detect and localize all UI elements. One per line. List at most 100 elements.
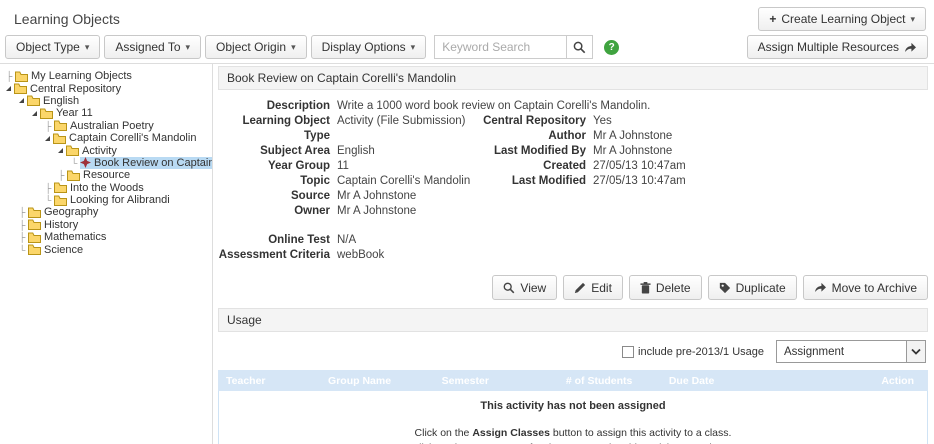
usage-type-selected-value: Assignment — [784, 346, 844, 358]
tree-connector: ├ — [19, 220, 27, 230]
usage-table-empty-state: This activity has not been assigned Clic… — [218, 391, 928, 444]
tree-item-label: English — [43, 95, 79, 107]
view-label: View — [520, 281, 546, 295]
tree-item-label: Activity — [82, 145, 117, 157]
folder-icon — [27, 95, 40, 106]
expand-triangle-icon[interactable] — [32, 111, 37, 116]
help-icon[interactable]: ? — [604, 40, 619, 55]
display-options-dropdown[interactable]: Display Options ▾ — [311, 35, 427, 59]
search-button[interactable] — [566, 35, 593, 59]
view-button[interactable]: View — [492, 275, 557, 300]
tree-connector: └ — [71, 158, 79, 168]
tree-connector: └ — [19, 245, 27, 255]
tree-item-label: Into the Woods — [70, 182, 144, 194]
tree-item-my-learning-objects[interactable]: ├ My Learning Objects — [4, 70, 212, 82]
object-type-dropdown[interactable]: Object Type ▾ — [5, 35, 100, 59]
top-bar: Learning Objects + Create Learning Objec… — [0, 0, 934, 36]
col-num-students: # of Students — [566, 375, 669, 387]
tree-item-year-11[interactable]: Year 11 — [4, 107, 212, 119]
folder-icon — [28, 232, 41, 243]
field-label: Description — [218, 99, 330, 114]
move-to-archive-button[interactable]: Move to Archive — [803, 275, 928, 300]
forward-arrow-icon — [904, 42, 917, 53]
expand-triangle-icon[interactable] — [58, 148, 63, 153]
folder-icon — [54, 120, 67, 131]
tree-item-resource[interactable]: ├ Resource — [4, 169, 212, 181]
selected-tree-item[interactable]: Book Review on Captain Corelli's Mandoli… — [80, 157, 212, 169]
tree-item-label: Science — [44, 244, 83, 256]
col-semester: Semester — [442, 375, 566, 387]
assign-multiple-resources-button[interactable]: Assign Multiple Resources — [747, 35, 928, 59]
folder-icon — [28, 207, 41, 218]
field-value: Write a 1000 word book review on Captain… — [337, 99, 650, 114]
folder-icon — [54, 182, 67, 193]
create-learning-object-button[interactable]: + Create Learning Object ▾ — [758, 7, 926, 31]
page-title: Learning Objects — [14, 11, 120, 27]
body: ├ My Learning Objects Central Repository… — [0, 64, 934, 444]
learning-objects-page: Learning Objects + Create Learning Objec… — [0, 0, 934, 444]
tree-item-central-repository[interactable]: Central Repository — [4, 82, 212, 94]
chevron-down-icon: ▾ — [186, 42, 191, 53]
tree-item-into-the-woods[interactable]: ├ Into the Woods — [4, 182, 212, 194]
tree-connector: ├ — [45, 121, 53, 131]
usage-type-select[interactable]: Assignment — [776, 340, 926, 363]
keyword-search-group — [434, 35, 593, 59]
edit-button[interactable]: Edit — [563, 275, 623, 300]
include-pre-2013-usage-label: include pre-2013/1 Usage — [638, 346, 764, 358]
object-fields: Description Write a 1000 word book review… — [218, 99, 928, 219]
tree-item-book-review-selected[interactable]: └ Book Review on Captain Corelli's Mando… — [4, 157, 212, 169]
usage-table: Teacher Group Name Semester # of Student… — [218, 370, 928, 444]
expand-triangle-icon[interactable] — [19, 98, 24, 103]
col-action: Action — [772, 375, 928, 387]
assigned-to-dropdown[interactable]: Assigned To ▾ — [104, 35, 201, 59]
tree-item-activity[interactable]: Activity — [4, 144, 212, 156]
col-teacher: Teacher — [218, 375, 328, 387]
chevron-down-icon: ▾ — [411, 42, 416, 53]
tree-connector: ├ — [58, 170, 66, 180]
expand-triangle-icon[interactable] — [45, 136, 50, 141]
object-fields-extra: Online TestN/A Assessment CriteriawebBoo… — [218, 233, 928, 263]
col-group-name: Group Name — [328, 375, 442, 387]
tree-item-australian-poetry[interactable]: ├ Australian Poetry — [4, 120, 212, 132]
forward-arrow-icon — [814, 282, 827, 293]
field-value: 27/05/13 10:47am — [593, 159, 686, 174]
search-input[interactable] — [434, 35, 566, 59]
delete-button[interactable]: Delete — [629, 275, 702, 300]
field-label: Year Group — [218, 159, 330, 174]
include-pre-2013-usage-checkbox-group[interactable]: include pre-2013/1 Usage — [622, 346, 764, 358]
tree-connector: ├ — [45, 183, 53, 193]
magnifier-icon — [503, 282, 515, 294]
folder-icon — [28, 219, 41, 230]
tree-item-captain-corellis-mandolin[interactable]: Captain Corelli's Mandolin — [4, 132, 212, 144]
chevron-down-icon: ▾ — [291, 42, 296, 53]
tree-item-looking-for-alibrandi[interactable]: └ Looking for Alibrandi — [4, 194, 212, 206]
tree-item-label: Year 11 — [56, 107, 93, 119]
tree-item-label: History — [44, 219, 78, 231]
chevron-down-icon — [906, 341, 925, 362]
object-fields-right: Central RepositoryYes AuthorMr A Johnsto… — [458, 114, 686, 189]
tree-item-mathematics[interactable]: ├ Mathematics — [4, 231, 212, 243]
delete-label: Delete — [656, 281, 691, 295]
tree-item-english[interactable]: English — [4, 95, 212, 107]
tree-item-geography[interactable]: ├ Geography — [4, 206, 212, 218]
folder-icon — [28, 244, 41, 255]
create-learning-object-label: Create Learning Object — [781, 12, 905, 26]
object-origin-dropdown[interactable]: Object Origin ▾ — [205, 35, 307, 59]
empty-state-title: This activity has not been assigned — [219, 400, 927, 412]
field-value: webBook — [337, 248, 384, 263]
duplicate-button[interactable]: Duplicate — [708, 275, 797, 300]
trash-icon — [640, 282, 651, 294]
include-pre-2013-usage-checkbox[interactable] — [622, 346, 634, 358]
tree-item-label: Australian Poetry — [70, 120, 154, 132]
tree-item-history[interactable]: ├ History — [4, 219, 212, 231]
expand-triangle-icon[interactable] — [6, 86, 11, 91]
field-value: Captain Corelli's Mandolin — [337, 174, 470, 189]
folder-icon — [14, 83, 27, 94]
field-label: Author — [458, 129, 586, 144]
duplicate-label: Duplicate — [736, 281, 786, 295]
field-label: Source — [218, 189, 330, 204]
field-label: Topic — [218, 174, 330, 189]
hint-bold: Assign Classes — [472, 427, 550, 439]
assigned-to-label: Assigned To — [115, 40, 180, 54]
tree-item-science[interactable]: └ Science — [4, 243, 212, 255]
